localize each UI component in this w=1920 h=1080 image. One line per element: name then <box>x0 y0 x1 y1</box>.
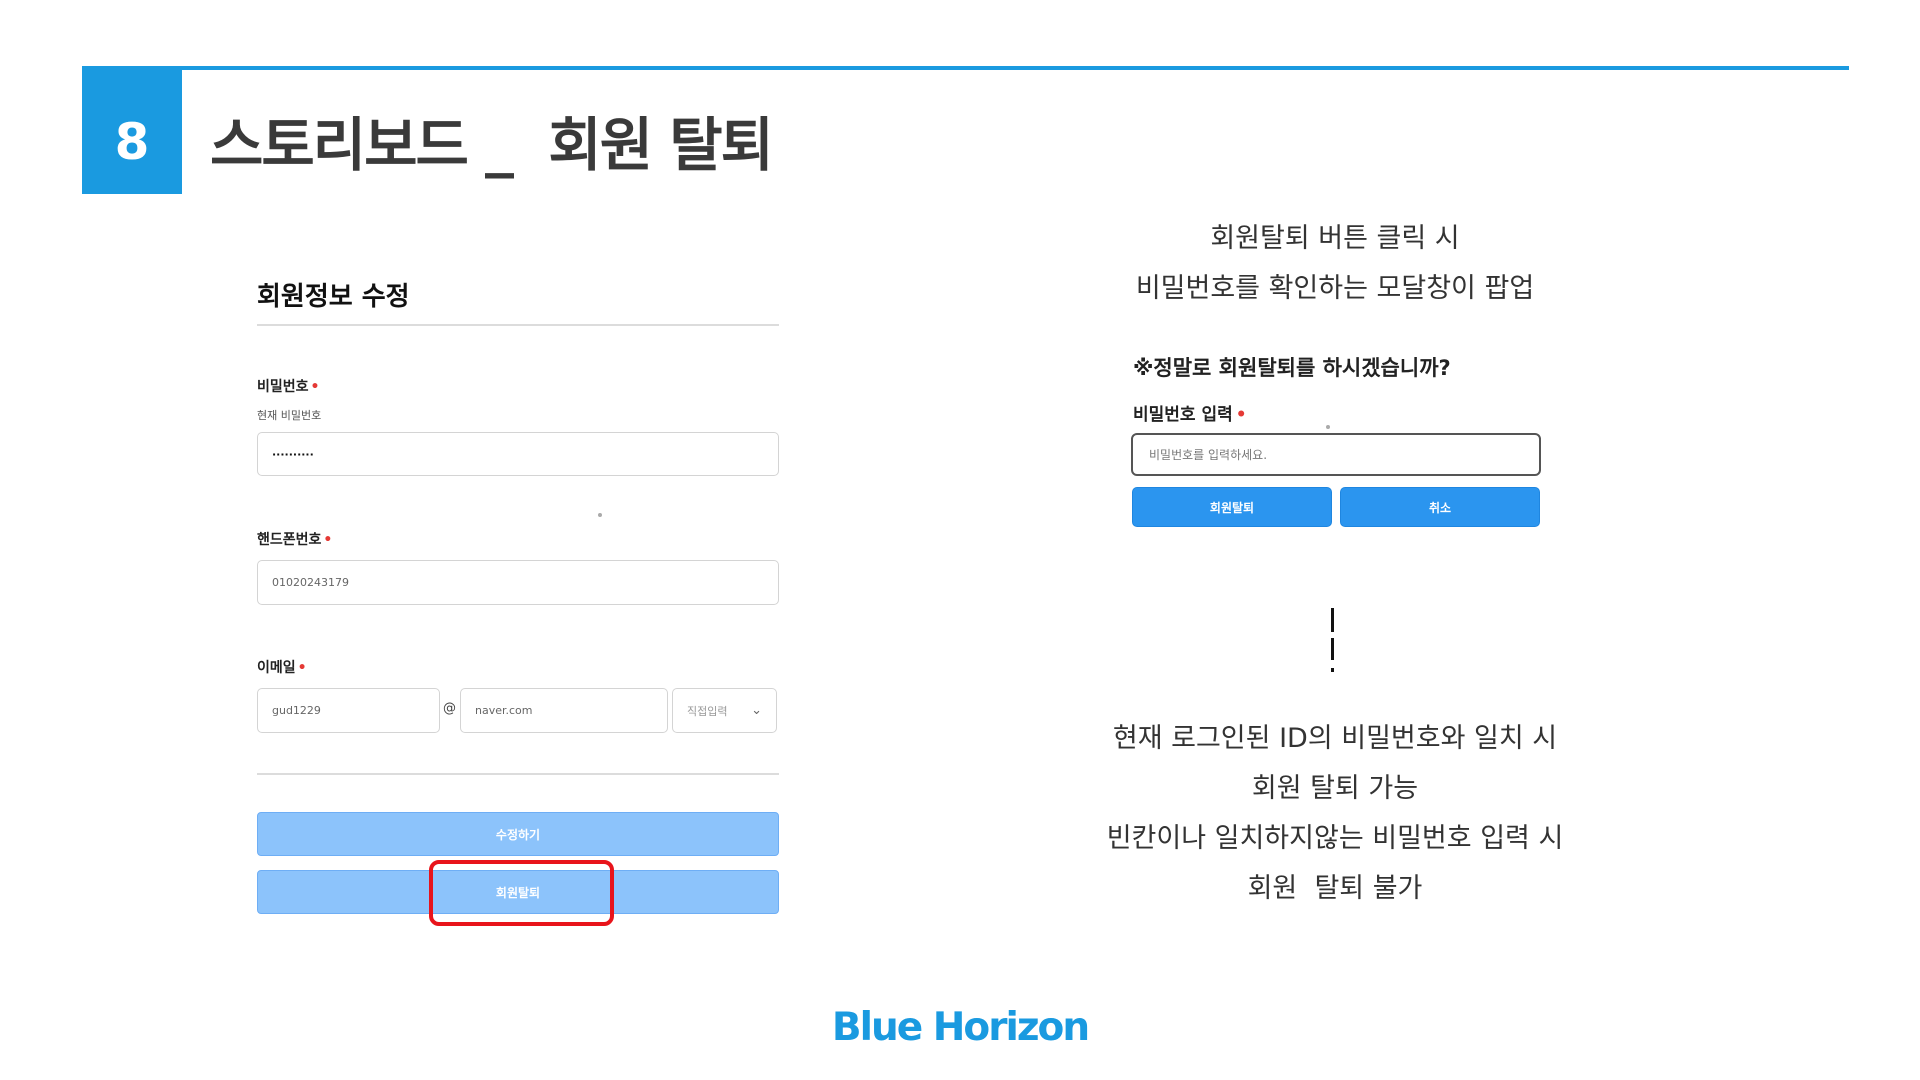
form-title-divider <box>257 324 779 326</box>
brand-logo-text: Blue Horizon <box>831 1005 1090 1050</box>
email-domain-select-value: 직접입력 <box>687 704 728 718</box>
modal-password-label: 비밀번호 입력 • <box>1133 400 1247 425</box>
password-label-text: 비밀번호 <box>257 379 309 395</box>
modal-withdraw-button[interactable]: 회원탈퇴 <box>1132 487 1332 527</box>
required-mark: • <box>1235 405 1247 425</box>
edit-button[interactable]: 수정하기 <box>257 812 779 856</box>
phone-label: 핸드폰번호 • <box>257 529 332 549</box>
email-domain-field[interactable]: naver.com <box>460 688 668 733</box>
current-password-sublabel: 현재 비밀번호 <box>257 409 322 422</box>
required-mark: • <box>297 660 307 676</box>
modal-cancel-button[interactable]: 취소 <box>1340 487 1540 527</box>
email-at-sign: @ <box>443 701 456 716</box>
password-field[interactable]: ·········· <box>257 432 779 476</box>
email-label: 이메일 • <box>257 657 307 677</box>
caption-bottom-line3: 빈칸이나 일치하지않는 비밀번호 입력 시 <box>1106 823 1564 854</box>
phone-field[interactable]: 01020243179 <box>257 560 779 605</box>
slide-title: 스토리보드 _ 회원 탈퇴 <box>210 111 774 179</box>
modal-question: ※정말로 회원탈퇴를 하시겠습니까? <box>1133 356 1451 380</box>
phone-label-text: 핸드폰번호 <box>257 532 322 548</box>
form-bottom-divider <box>257 773 779 775</box>
slide-number-badge: 8 <box>82 68 182 194</box>
caption-bottom-line4: 회원 탈퇴 불가 <box>1247 873 1423 904</box>
flow-connector-dash <box>1331 638 1334 660</box>
caption-bottom-line1: 현재 로그인된 ID의 비밀번호와 일치 시 <box>1112 723 1558 754</box>
stray-dot <box>598 513 602 517</box>
modal-password-input[interactable]: 비밀번호를 입력하세요. <box>1131 433 1541 476</box>
stray-dot <box>1326 425 1330 429</box>
withdraw-highlight-box <box>429 860 614 926</box>
password-label: 비밀번호 • <box>257 376 319 396</box>
flow-connector-dash <box>1331 608 1334 632</box>
email-label-text: 이메일 <box>257 660 296 676</box>
caption-top-line2: 비밀번호를 확인하는 모달창이 팝업 <box>1135 273 1535 304</box>
flow-connector-dash <box>1331 668 1334 672</box>
form-title: 회원정보 수정 <box>257 282 410 312</box>
modal-password-label-text: 비밀번호 입력 <box>1133 405 1233 425</box>
caption-top-line1: 회원탈퇴 버튼 클릭 시 <box>1210 223 1460 254</box>
top-accent-rule <box>82 66 1849 70</box>
caption-bottom-line2: 회원 탈퇴 가능 <box>1251 773 1419 804</box>
email-local-field[interactable]: gud1229 <box>257 688 440 733</box>
email-domain-select[interactable]: 직접입력 ⌄ <box>672 688 777 733</box>
chevron-down-icon: ⌄ <box>751 703 762 718</box>
required-mark: • <box>323 532 333 548</box>
required-mark: • <box>310 379 320 395</box>
